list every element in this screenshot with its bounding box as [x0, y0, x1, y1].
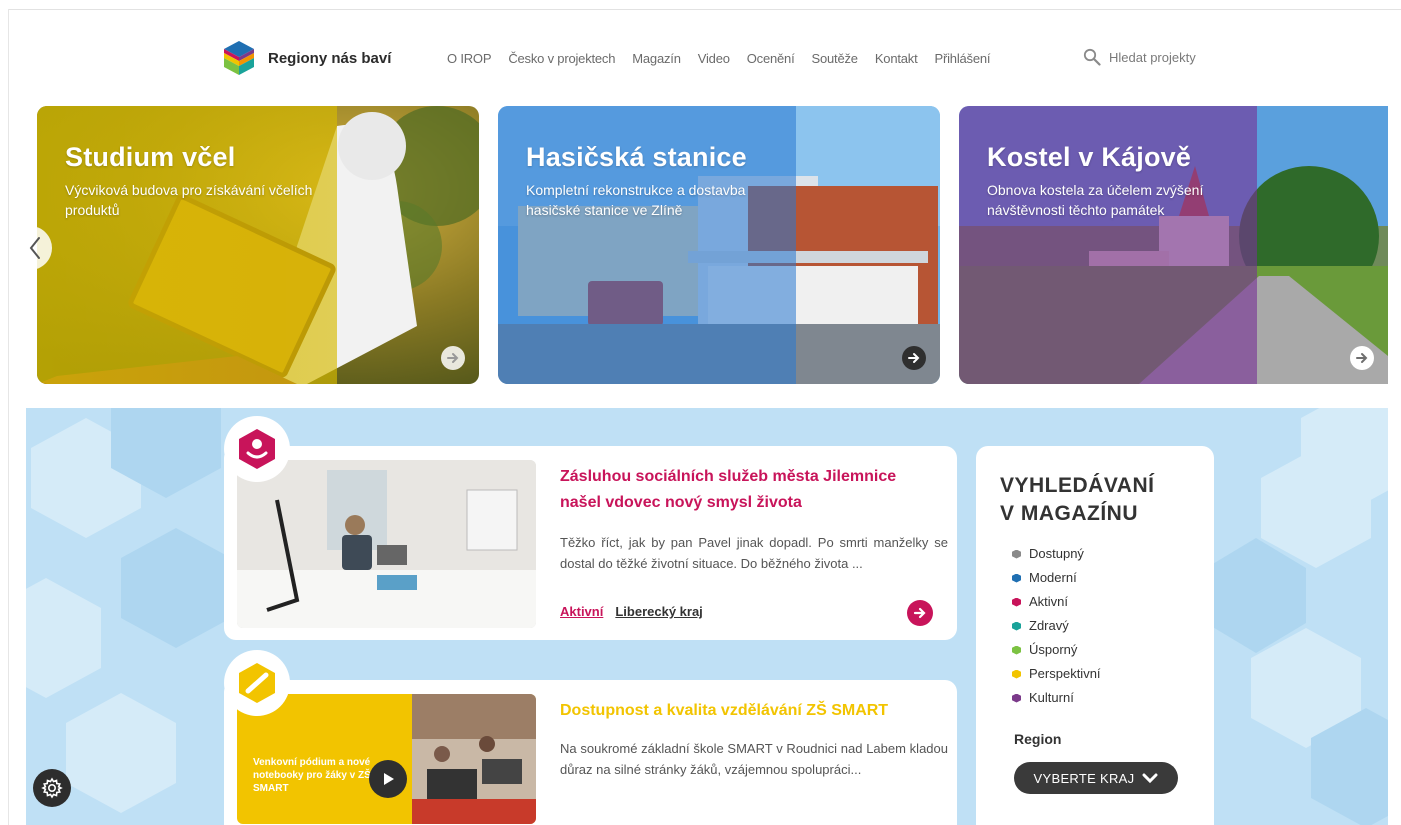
- category-badge-perspektivni: [224, 650, 290, 716]
- brand-name: Regiony nás baví: [268, 49, 392, 67]
- carousel-card-kostel-v-kajove[interactable]: Kostel v Kájově Obnova kostela za účelem…: [959, 106, 1388, 384]
- site-header: Regiony nás baví O IROP Česko v projekte…: [0, 40, 1401, 80]
- tag-aktivni[interactable]: Aktivní: [560, 604, 603, 619]
- card-description: Obnova kostela za účelem zvýšení návštěv…: [987, 182, 1204, 218]
- card-title: Hasičská stanice: [526, 142, 747, 172]
- article-video-thumbnail[interactable]: Venkovní pódium a nové notebooky pro žák…: [237, 694, 536, 824]
- nav-item-o-irop[interactable]: O IROP: [447, 51, 492, 66]
- search-projects[interactable]: Hledat projekty: [1083, 48, 1196, 66]
- hexagon-icon: [1012, 669, 1021, 679]
- logo-mark-icon: [224, 41, 254, 75]
- chevron-left-icon: [29, 237, 40, 259]
- article-card-zs-smart[interactable]: Venkovní pódium a nové notebooky pro žák…: [224, 680, 957, 825]
- hexagon-icon: [1012, 645, 1021, 655]
- magazine-section: Zásluhou sociálních služeb města Jilemni…: [26, 408, 1388, 825]
- tag-liberecky-kraj[interactable]: Liberecký kraj: [615, 604, 702, 619]
- chevron-down-icon: [1142, 773, 1158, 784]
- arrow-right-icon[interactable]: [907, 600, 933, 626]
- category-perspektivni[interactable]: Perspektivní: [1012, 662, 1101, 686]
- play-icon[interactable]: [369, 760, 407, 798]
- category-label: Moderní: [1029, 570, 1077, 585]
- hexagon-icon: [1012, 597, 1021, 607]
- carousel-card-studium-vcel[interactable]: Studium včel Výcviková budova pro získáv…: [37, 106, 479, 384]
- category-kulturni[interactable]: Kulturní: [1012, 686, 1101, 710]
- cookie-settings-button[interactable]: [33, 769, 71, 807]
- panel-title: VYHLEDÁVANÍ V MAGAZÍNU: [1000, 472, 1154, 528]
- article-excerpt: Těžko říct, jak by pan Pavel jinak dopad…: [560, 535, 948, 571]
- category-label: Zdravý: [1029, 618, 1069, 633]
- nav-item-video[interactable]: Video: [698, 51, 730, 66]
- category-label: Kulturní: [1029, 690, 1074, 705]
- category-dostupny[interactable]: Dostupný: [1012, 542, 1101, 566]
- arrow-right-icon[interactable]: [902, 346, 926, 370]
- category-moderni[interactable]: Moderní: [1012, 566, 1101, 590]
- aktivni-category-icon: [239, 429, 275, 469]
- video-caption: Venkovní pódium a nové notebooky pro žák…: [253, 757, 371, 794]
- panel-title-line1: VYHLEDÁVANÍ: [1000, 474, 1155, 497]
- gear-icon: [41, 777, 63, 799]
- article-image: [237, 460, 536, 628]
- card-title: Studium včel: [65, 142, 236, 172]
- hexagon-icon: [1012, 621, 1021, 631]
- region-label: Region: [1014, 731, 1062, 747]
- category-filter-list: Dostupný Moderní Aktivní Zdravý Úsporný …: [1012, 542, 1101, 710]
- article-title[interactable]: Dostupnost a kvalita vzdělávání ZŠ SMART: [560, 698, 940, 724]
- nav-item-prihlaseni[interactable]: Přihlášení: [935, 51, 991, 66]
- select-region-label: VYBERTE KRAJ: [1033, 770, 1135, 786]
- arrow-right-icon[interactable]: [1350, 346, 1374, 370]
- main-nav: O IROP Česko v projektech Magazín Video …: [447, 51, 1007, 66]
- category-zdravy[interactable]: Zdravý: [1012, 614, 1101, 638]
- magazine-search-panel: VYHLEDÁVANÍ V MAGAZÍNU Dostupný Moderní …: [976, 446, 1214, 825]
- category-badge-aktivni: [224, 416, 290, 482]
- arrow-right-icon[interactable]: [441, 346, 465, 370]
- perspektivni-category-icon: [239, 663, 275, 703]
- category-label: Úsporný: [1029, 642, 1078, 657]
- article-card-jilemnice[interactable]: Zásluhou sociálních služeb města Jilemni…: [224, 446, 957, 640]
- nav-item-oceneni[interactable]: Ocenění: [747, 51, 795, 66]
- carousel-card-hasicska-stanice[interactable]: Hasičská stanice Kompletní rekonstrukce …: [498, 106, 940, 384]
- hexagon-icon: [1012, 573, 1021, 583]
- nav-item-kontakt[interactable]: Kontakt: [875, 51, 918, 66]
- article-tags: Aktivní Liberecký kraj: [560, 604, 703, 619]
- hexagon-icon: [1012, 693, 1021, 703]
- article-title[interactable]: Zásluhou sociálních služeb města Jilemni…: [560, 464, 940, 516]
- nav-item-cesko-v-projektech[interactable]: Česko v projektech: [508, 51, 615, 66]
- hexagon-icon: [1012, 549, 1021, 559]
- select-region-button[interactable]: VYBERTE KRAJ: [1014, 762, 1178, 794]
- frame-border-top: [8, 9, 1401, 10]
- category-label: Aktivní: [1029, 594, 1069, 609]
- project-carousel: Studium včel Výcviková budova pro získáv…: [0, 106, 1401, 386]
- panel-title-line2: V MAGAZÍNU: [1000, 502, 1138, 525]
- brand-logo[interactable]: Regiony nás baví: [222, 40, 391, 76]
- card-description: Kompletní rekonstrukce a dostavba hasičs…: [526, 182, 746, 218]
- category-usporny[interactable]: Úsporný: [1012, 638, 1101, 662]
- card-title: Kostel v Kájově: [987, 142, 1192, 172]
- magnifier-icon: [1083, 48, 1101, 66]
- category-aktivni[interactable]: Aktivní: [1012, 590, 1101, 614]
- category-label: Dostupný: [1029, 546, 1084, 561]
- category-label: Perspektivní: [1029, 666, 1101, 681]
- nav-item-magazin[interactable]: Magazín: [632, 51, 681, 66]
- article-excerpt: Na soukromé základní škole SMART v Roudn…: [560, 741, 948, 777]
- search-label: Hledat projekty: [1109, 49, 1196, 65]
- nav-item-souteze[interactable]: Soutěže: [812, 51, 859, 66]
- card-description: Výcviková budova pro získávání včelích p…: [65, 182, 313, 218]
